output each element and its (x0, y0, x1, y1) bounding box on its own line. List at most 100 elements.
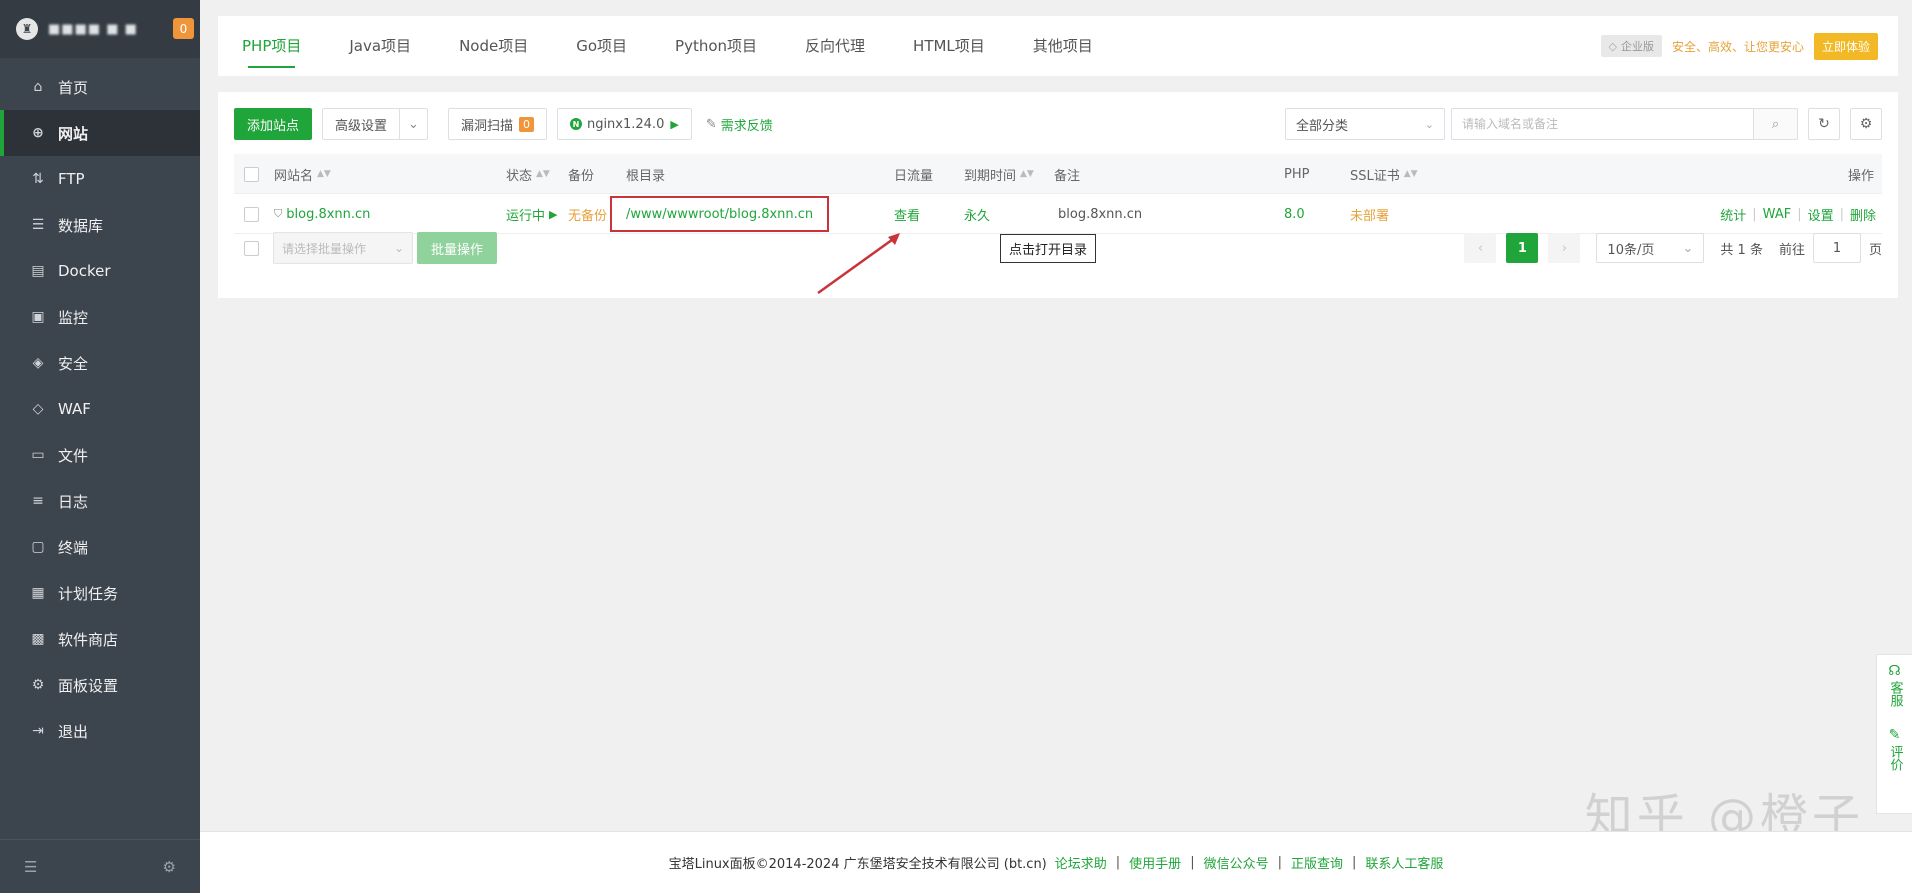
vuln-scan-button[interactable]: 漏洞扫描 0 (447, 108, 547, 140)
row-action-0[interactable]: 统计 (1720, 205, 1746, 224)
chevron-down-icon: ⌄ (408, 116, 419, 132)
batch-select-placeholder: 请选择批量操作 (282, 241, 367, 256)
php-version-link[interactable]: 8.0 (1284, 194, 1305, 234)
col-ssl[interactable]: SSL证书 ▲▼ (1350, 154, 1418, 194)
sidebar-item-7[interactable]: ◇ WAF (0, 386, 200, 432)
row-checkbox[interactable] (244, 194, 259, 234)
sidebar-item-label: WAF (58, 400, 91, 418)
status-running[interactable]: 运行中 ▶ (506, 194, 557, 234)
site-list-panel: 添加站点 高级设置 ⌄ 漏洞扫描 0 N nginx1.24.0 ▶ ✎ 需求反… (218, 92, 1898, 298)
batch-action-select[interactable]: 请选择批量操作 ⌄ (273, 232, 413, 264)
customer-service-button[interactable]: ☊ 客服 (1887, 663, 1903, 707)
col-backup: 备份 (568, 168, 595, 184)
advanced-settings-button[interactable]: 高级设置 (322, 108, 401, 140)
enterprise-badge-label: 企业版 (1620, 40, 1654, 53)
tab-0[interactable]: PHP项目 (218, 16, 325, 76)
add-site-button[interactable]: 添加站点 (234, 108, 313, 140)
sidebar-item-3[interactable]: ☰ 数据库 (0, 202, 200, 248)
select-all-checkbox[interactable] (244, 154, 259, 194)
store-icon: ▩ (31, 631, 45, 647)
folder-icon: ▭ (31, 447, 45, 463)
footer-select-all-checkbox[interactable] (244, 240, 259, 256)
advanced-dropdown-button[interactable]: ⌄ (400, 108, 428, 140)
tab-3[interactable]: Go项目 (552, 16, 651, 76)
sidebar-item-11[interactable]: ▦ 计划任务 (0, 570, 200, 616)
sidebar-item-10[interactable]: ▢ 终端 (0, 524, 200, 570)
trial-button[interactable]: 立即体验 (1813, 32, 1878, 60)
footer-link-0[interactable]: 论坛求助 (1055, 853, 1107, 872)
tab-7[interactable]: 其他项目 (1009, 16, 1117, 76)
remark-text[interactable]: blog.8xnn.cn (1058, 194, 1142, 234)
next-page-icon[interactable]: › (1548, 233, 1581, 263)
nginx-button[interactable]: N nginx1.24.0 ▶ (556, 108, 692, 140)
batch-action-button[interactable]: 批量操作 (417, 232, 498, 264)
tab-6[interactable]: HTML项目 (889, 16, 1009, 76)
collapse-menu-icon[interactable]: ☰ (24, 858, 37, 876)
footer-link-1[interactable]: 使用手册 (1129, 853, 1181, 872)
row-action-2[interactable]: 设置 (1808, 205, 1834, 224)
enterprise-promo: ◇ 企业版 安全、高效、让您更安心 立即体验 (1600, 32, 1899, 60)
footer-link-2[interactable]: 微信公众号 (1204, 853, 1269, 872)
edit-icon: ✎ (705, 116, 717, 132)
sidebar-item-label: 计划任务 (58, 584, 119, 603)
sidebar-nav: ⌂ 首页 ⊕ 网站 ⇅ FTP ☰ 数据库 ▤ Docker ▣ 监控 ◈ 安全 ◇ WAF ▭ 文件 ≡ 日志 ▢ 终端… (0, 64, 200, 754)
sidebar-item-13[interactable]: ⚙ 面板设置 (0, 662, 200, 708)
col-status[interactable]: 状态 ▲▼ (506, 154, 550, 194)
footer-link-3[interactable]: 正版查询 (1291, 853, 1343, 872)
sidebar-item-2[interactable]: ⇅ FTP (0, 156, 200, 202)
monitor-icon: ▣ (31, 309, 45, 325)
sidebar-item-9[interactable]: ≡ 日志 (0, 478, 200, 524)
goto-page-input[interactable] (1812, 233, 1861, 263)
expire-link[interactable]: 永久 (964, 194, 990, 234)
ssl-status-link[interactable]: 未部署 (1350, 194, 1389, 234)
tab-5[interactable]: 反向代理 (781, 16, 889, 76)
search-icon[interactable]: ⌕ (1754, 108, 1798, 140)
sidebar-item-8[interactable]: ▭ 文件 (0, 432, 200, 478)
root-dir-cell: /www/wwwroot/blog.8xnn.cn (610, 194, 830, 234)
site-table: 网站名 ▲▼ 状态 ▲▼ 备份 根目录 日流量 到期时间 ▲▼ 备注 PHP SSL证… (234, 154, 1882, 234)
sidebar-item-label: 文件 (58, 446, 89, 465)
col-traffic: 日流量 (894, 168, 934, 184)
terminal-icon: ▢ (31, 539, 45, 555)
table-row: ⛉ blog.8xnn.cn 运行中 ▶ 无备份 /www/wwwroot/blog… (234, 194, 1882, 234)
sidebar-item-1[interactable]: ⊕ 网站 (0, 110, 200, 156)
row-actions: 统计 | WAF | 设置 | 删除 (1718, 194, 1878, 234)
sidebar-item-14[interactable]: ⇥ 退出 (0, 708, 200, 754)
root-dir-link[interactable]: /www/wwwroot/blog.8xnn.cn (610, 196, 830, 232)
page-size-select[interactable]: 10条/页 ⌄ (1596, 233, 1705, 263)
separator: | (1352, 855, 1357, 870)
tab-2[interactable]: Node项目 (435, 16, 552, 76)
notification-badge[interactable]: 0 (173, 18, 194, 39)
search-input[interactable] (1451, 108, 1754, 140)
enterprise-badge: ◇ 企业版 (1600, 35, 1662, 57)
headset-icon: ☊ (1888, 663, 1901, 679)
sidebar-item-5[interactable]: ▣ 监控 (0, 294, 200, 340)
site-name-link[interactable]: ⛉ blog.8xnn.cn (274, 194, 370, 234)
prev-page-icon[interactable]: ‹ (1464, 233, 1497, 263)
backup-link[interactable]: 无备份 (568, 194, 607, 234)
separator: | (1277, 855, 1282, 870)
page-number[interactable]: 1 (1506, 233, 1539, 263)
category-select[interactable]: 全部分类 ⌄ (1285, 108, 1445, 140)
feedback-link[interactable]: ✎ 需求反馈 (706, 115, 773, 134)
sidebar-item-12[interactable]: ▩ 软件商店 (0, 616, 200, 662)
footer-link-4[interactable]: 联系人工客服 (1365, 853, 1443, 872)
sidebar-item-label: Docker (58, 262, 111, 280)
review-button[interactable]: ✎ 评价 (1887, 727, 1903, 771)
sidebar-item-0[interactable]: ⌂ 首页 (0, 64, 200, 110)
separator: | (1752, 206, 1757, 222)
tab-1[interactable]: Java项目 (325, 16, 435, 76)
tab-4[interactable]: Python项目 (651, 16, 781, 76)
row-action-1[interactable]: WAF (1763, 207, 1792, 222)
sidebar-item-4[interactable]: ▤ Docker (0, 248, 200, 294)
chevron-down-icon: ⌄ (1424, 117, 1434, 131)
col-name[interactable]: 网站名 ▲▼ (274, 154, 331, 194)
shield-icon: ◈ (32, 355, 44, 371)
sidebar-item-6[interactable]: ◈ 安全 (0, 340, 200, 386)
refresh-icon[interactable]: ↻ (1808, 108, 1840, 140)
theme-settings-icon[interactable]: ⚙ (163, 858, 176, 876)
site-toolbar: 添加站点 高级设置 ⌄ 漏洞扫描 0 N nginx1.24.0 ▶ ✎ 需求反… (234, 108, 1882, 140)
gear-icon[interactable]: ⚙ (1850, 108, 1882, 140)
row-action-3[interactable]: 删除 (1850, 205, 1876, 224)
col-expire[interactable]: 到期时间 ▲▼ (964, 154, 1034, 194)
